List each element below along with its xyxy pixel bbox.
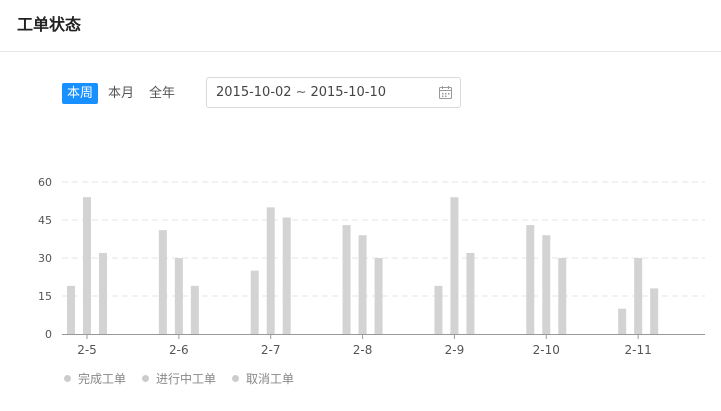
y-tick-label: 0 [45, 328, 52, 341]
bar [542, 235, 551, 334]
work-order-status-card: 工单状态 本周 本月 全年 2015-10-02 ~ 2015-10-10 0 1… [0, 0, 721, 411]
x-tick-label: 2-10 [533, 343, 560, 357]
x-tick-label: 2-9 [445, 343, 465, 357]
bar [266, 207, 275, 334]
tab-this-week[interactable]: 本周 [62, 83, 99, 104]
bar [526, 225, 535, 334]
card-header: 工单状态 [0, 0, 721, 52]
date-range-picker[interactable]: 2015-10-02 ~ 2015-10-10 [206, 77, 461, 108]
bar [618, 308, 627, 334]
bar [99, 252, 107, 334]
work-order-bar-chart: 0 15 30 45 60 2-5 2-6 2-7 2-8 2-9 2-10 2-11 [38, 176, 705, 357]
y-tick-label: 15 [38, 290, 52, 303]
y-tick-label: 45 [38, 214, 52, 227]
tab-whole-year[interactable]: 全年 [144, 83, 180, 104]
chart-legend: 完成工单 进行中工单 取消工单 [64, 370, 310, 386]
x-tick-label: 2-6 [169, 343, 189, 357]
legend-label: 取消工单 [246, 371, 295, 386]
bar [358, 235, 367, 334]
bar [466, 252, 475, 334]
bar [282, 217, 291, 334]
range-tabs: 本周 本月 全年 [62, 83, 185, 104]
legend-dot [232, 374, 240, 382]
date-start: 2015-10-02 [216, 85, 292, 100]
legend-item-completed[interactable]: 完成工单 [64, 370, 126, 387]
date-end: 2015-10-10 [310, 85, 387, 100]
legend-dot [142, 374, 150, 382]
x-tick-label: 2-8 [353, 343, 373, 357]
y-tick-label: 30 [38, 252, 52, 265]
bar [250, 270, 259, 334]
bar [158, 230, 167, 334]
tab-this-month[interactable]: 本月 [103, 83, 139, 104]
bar [174, 258, 183, 334]
x-tick-label: 2-5 [77, 343, 97, 357]
date-separator: ~ [295, 85, 307, 100]
bar [434, 285, 443, 334]
bar [190, 285, 199, 334]
calendar-icon[interactable] [439, 86, 452, 99]
x-tick-label: 2-11 [625, 343, 652, 357]
legend-dot [64, 374, 71, 382]
bar [558, 258, 567, 334]
y-tick-label: 60 [38, 176, 52, 189]
bar [342, 225, 351, 334]
bar [83, 197, 91, 334]
bar [634, 258, 643, 334]
legend-item-in-progress[interactable]: 进行中工单 [142, 370, 216, 387]
bar [67, 285, 75, 334]
card-title: 工单状态 [17, 15, 82, 34]
bar [650, 288, 659, 334]
legend-label: 进行中工单 [156, 371, 217, 386]
legend-item-cancelled[interactable]: 取消工单 [232, 370, 294, 387]
legend-label: 完成工单 [78, 371, 127, 386]
bar [374, 258, 383, 334]
bar [450, 197, 459, 334]
x-tick-label: 2-7 [261, 343, 281, 357]
